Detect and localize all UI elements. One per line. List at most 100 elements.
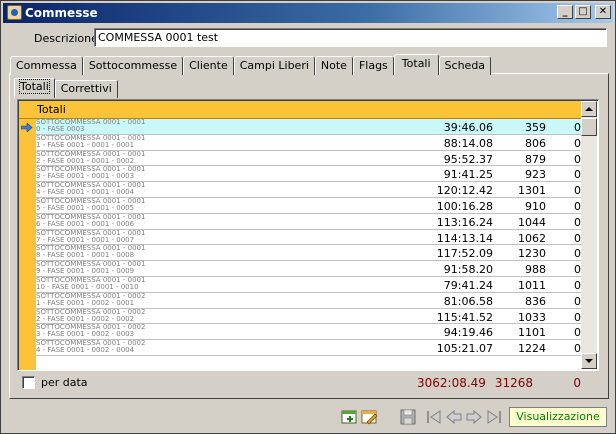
table-row[interactable]: SOTTOCOMMESSA 0001 - 0002 1 - FASE 0001 -… [36, 293, 583, 309]
row-zero: 0 [574, 215, 581, 229]
title-bar[interactable]: Commesse _ □ ✕ [3, 3, 613, 23]
row-count: 1301 [518, 184, 546, 198]
subtab-totali[interactable]: Totali [14, 78, 55, 98]
total-time: 3062:08.49 [417, 376, 486, 390]
first-record-icon[interactable] [425, 408, 443, 426]
per-data-label: per data [41, 376, 88, 389]
next-record-icon[interactable] [465, 408, 483, 426]
table-row[interactable]: SOTTOCOMMESSA 0001 - 0001 5 - FASE 0001 -… [36, 198, 583, 214]
row-label: SOTTOCOMMESSA 0001 - 0001 8 - FASE 0001 -… [36, 245, 186, 259]
scroll-down-button[interactable] [581, 353, 597, 369]
row-label: SOTTOCOMMESSA 0001 - 0001 2 - FASE 0001 -… [36, 151, 186, 165]
vertical-scrollbar[interactable] [581, 101, 597, 369]
row-zero: 0 [574, 326, 581, 340]
close-button[interactable]: ✕ [595, 5, 611, 19]
per-data-checkbox[interactable] [22, 376, 35, 389]
row-label-line2: 6 - FASE 0001 - 0001 - 0006 [36, 219, 135, 228]
row-selector-gutter[interactable] [19, 119, 36, 370]
row-zero: 0 [574, 136, 581, 150]
row-zero: 0 [574, 152, 581, 166]
row-time: 91:58.20 [443, 263, 493, 277]
table-row[interactable]: SOTTOCOMMESSA 0001 - 0001 10 - FASE 0001 … [36, 277, 583, 293]
row-label-line2: 5 - FASE 0001 - 0001 - 0005 [36, 203, 135, 212]
row-label-line2: 2 - FASE 0001 - 0002 - 0002 [36, 314, 135, 323]
row-time: 81:06.58 [443, 294, 493, 308]
window-title: Commesse [25, 6, 98, 20]
row-label-line2: 3 - FASE 0001 - 0001 - 0003 [36, 172, 135, 181]
totali-grid[interactable]: Totali SOTTOCOMMESSA 0001 - 0001 0 - FASE… [17, 99, 599, 371]
row-count: 1062 [518, 231, 546, 245]
maximize-button[interactable]: □ [575, 5, 591, 19]
row-label-line2: 3 - FASE 0001 - 0002 - 0003 [36, 330, 135, 339]
tab-note[interactable]: Note [314, 56, 353, 75]
table-row[interactable]: SOTTOCOMMESSA 0001 - 0001 8 - FASE 0001 -… [36, 245, 583, 262]
table-row[interactable]: SOTTOCOMMESSA 0001 - 0001 2 - FASE 0001 -… [36, 151, 583, 167]
table-row[interactable]: SOTTOCOMMESSA 0001 - 0001 3 - FASE 0001 -… [36, 166, 583, 183]
tab-cliente[interactable]: Cliente [183, 56, 234, 75]
row-label: SOTTOCOMMESSA 0001 - 0001 0 - FASE 0003 [36, 119, 186, 133]
table-row[interactable]: SOTTOCOMMESSA 0001 - 0001 6 - FASE 0001 -… [36, 214, 583, 230]
minimize-button[interactable]: _ [557, 5, 573, 19]
row-zero: 0 [574, 184, 581, 198]
last-record-icon[interactable] [485, 408, 503, 426]
main-tabs: Commessa Sottocommesse Cliente Campi Lib… [10, 54, 492, 75]
row-time: 88:14.08 [443, 136, 493, 150]
row-count: 879 [525, 152, 546, 166]
commesse-window: Commesse _ □ ✕ Descrizione COMMESSA 0001… [0, 0, 616, 434]
tab-totali[interactable]: Totali [393, 54, 439, 75]
scroll-thumb[interactable] [581, 118, 597, 136]
table-row[interactable]: SOTTOCOMMESSA 0001 - 0002 2 - FASE 0001 -… [36, 309, 583, 325]
app-icon [7, 5, 22, 20]
row-time: 39:46.06 [443, 121, 493, 134]
table-row[interactable]: SOTTOCOMMESSA 0001 - 0001 4 - FASE 0001 -… [36, 182, 583, 198]
row-label: SOTTOCOMMESSA 0001 - 0002 2 - FASE 0001 -… [36, 309, 186, 323]
row-zero: 0 [574, 263, 581, 277]
row-count: 1044 [518, 215, 546, 229]
row-label-line2: 10 - FASE 0001 - 0001 - 0010 [36, 282, 139, 291]
grid-rows: SOTTOCOMMESSA 0001 - 0001 0 - FASE 0003 39… [36, 119, 583, 356]
row-time: 94:19.46 [443, 326, 493, 340]
row-label-line2: 8 - FASE 0001 - 0001 - 0008 [36, 251, 135, 260]
tab-sottocommesse[interactable]: Sottocommesse [82, 56, 184, 75]
row-label-line2: 1 - FASE 0001 - 0001 - 0001 [36, 140, 135, 149]
row-label-line2: 1 - FASE 0001 - 0002 - 0001 [36, 298, 135, 307]
row-zero: 0 [574, 247, 581, 261]
descrizione-field[interactable]: COMMESSA 0001 test [94, 28, 607, 47]
row-count: 1230 [518, 247, 546, 261]
table-row[interactable]: SOTTOCOMMESSA 0001 - 0001 9 - FASE 0001 -… [36, 261, 583, 277]
row-count: 836 [525, 294, 546, 308]
row-label: SOTTOCOMMESSA 0001 - 0001 10 - FASE 0001 … [36, 277, 186, 291]
row-label-line2: 9 - FASE 0001 - 0001 - 0009 [36, 267, 135, 276]
row-count: 1033 [518, 310, 546, 324]
row-zero: 0 [574, 121, 581, 134]
add-record-icon[interactable] [341, 408, 359, 426]
row-zero: 0 [574, 168, 581, 182]
row-label-line2: 4 - FASE 0001 - 0001 - 0004 [36, 188, 135, 197]
subtab-correttivi[interactable]: Correttivi [54, 80, 118, 98]
mode-indicator: Visualizzazione [509, 407, 607, 427]
tab-commessa[interactable]: Commessa [10, 56, 83, 75]
save-icon[interactable] [399, 408, 417, 426]
row-time: 105:21.07 [436, 342, 493, 356]
current-row-arrow-icon [21, 123, 33, 132]
row-time: 100:16.28 [436, 199, 493, 213]
tab-flags[interactable]: Flags [352, 56, 394, 75]
row-label: SOTTOCOMMESSA 0001 - 0002 4 - FASE 0001 -… [36, 340, 186, 354]
total-zero: 0 [573, 376, 581, 390]
table-row[interactable]: SOTTOCOMMESSA 0001 - 0002 4 - FASE 0001 -… [36, 340, 583, 356]
row-zero: 0 [574, 310, 581, 324]
tab-campi-liberi[interactable]: Campi Liberi [233, 56, 315, 75]
scroll-up-button[interactable] [581, 101, 597, 117]
prev-record-icon[interactable] [445, 408, 463, 426]
table-row[interactable]: SOTTOCOMMESSA 0001 - 0001 0 - FASE 0003 39… [36, 119, 583, 135]
row-zero: 0 [574, 199, 581, 213]
table-row[interactable]: SOTTOCOMMESSA 0001 - 0001 7 - FASE 0001 -… [36, 230, 583, 246]
row-zero: 0 [574, 294, 581, 308]
edit-record-icon[interactable] [361, 408, 379, 426]
sub-tabs: Totali Correttivi [14, 78, 118, 98]
total-count: 31268 [494, 376, 533, 390]
tab-scheda[interactable]: Scheda [438, 56, 492, 75]
table-row[interactable]: SOTTOCOMMESSA 0001 - 0002 3 - FASE 0001 -… [36, 324, 583, 341]
table-row[interactable]: SOTTOCOMMESSA 0001 - 0001 1 - FASE 0001 -… [36, 135, 583, 151]
row-zero: 0 [574, 231, 581, 245]
